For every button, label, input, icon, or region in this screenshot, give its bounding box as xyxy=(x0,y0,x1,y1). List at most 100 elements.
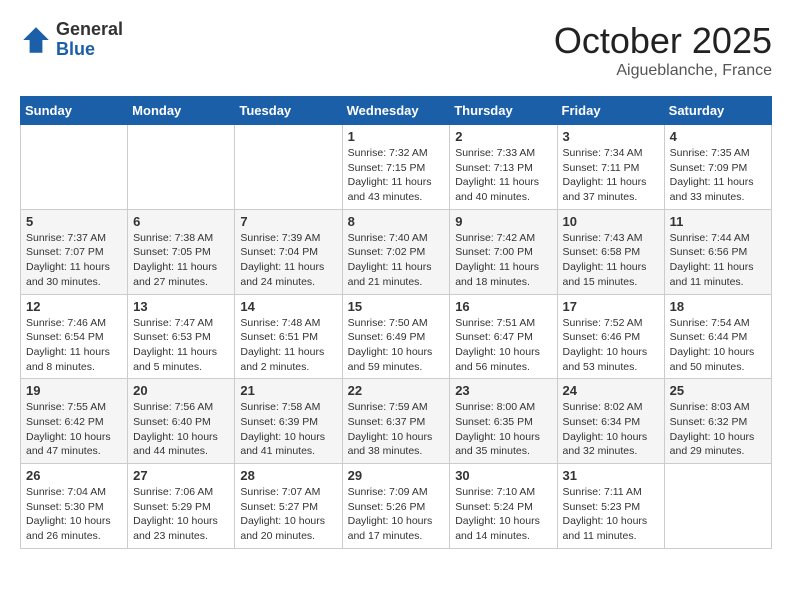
day-info: Sunrise: 7:32 AM Sunset: 7:15 PM Dayligh… xyxy=(348,146,445,205)
day-number: 20 xyxy=(133,383,229,398)
day-info: Sunrise: 8:02 AM Sunset: 6:34 PM Dayligh… xyxy=(563,400,659,459)
calendar-cell xyxy=(128,125,235,210)
day-info: Sunrise: 7:48 AM Sunset: 6:51 PM Dayligh… xyxy=(240,316,336,375)
title-block: October 2025 Aigueblanche, France xyxy=(554,20,772,80)
logo-blue: Blue xyxy=(56,40,123,60)
day-number: 19 xyxy=(26,383,122,398)
day-info: Sunrise: 7:38 AM Sunset: 7:05 PM Dayligh… xyxy=(133,231,229,290)
calendar-cell: 3 Sunrise: 7:34 AM Sunset: 7:11 PM Daylig… xyxy=(557,125,664,210)
day-info: Sunrise: 7:35 AM Sunset: 7:09 PM Dayligh… xyxy=(670,146,766,205)
calendar-cell: 15 Sunrise: 7:50 AM Sunset: 6:49 PM Dayli… xyxy=(342,294,450,379)
day-info: Sunrise: 7:11 AM Sunset: 5:23 PM Dayligh… xyxy=(563,485,659,544)
day-number: 27 xyxy=(133,468,229,483)
logo-icon xyxy=(20,24,52,56)
calendar-week-4: 19 Sunrise: 7:55 AM Sunset: 6:42 PM Dayli… xyxy=(21,379,772,464)
calendar-cell: 28 Sunrise: 7:07 AM Sunset: 5:27 PM Dayli… xyxy=(235,464,342,549)
logo: General Blue xyxy=(20,20,123,60)
calendar-cell: 9 Sunrise: 7:42 AM Sunset: 7:00 PM Daylig… xyxy=(450,209,557,294)
day-number: 5 xyxy=(26,214,122,229)
day-info: Sunrise: 8:00 AM Sunset: 6:35 PM Dayligh… xyxy=(455,400,551,459)
day-number: 11 xyxy=(670,214,766,229)
calendar-cell: 21Sunrise: 7:58 AM Sunset: 6:39 PM Dayli… xyxy=(235,379,342,464)
calendar-cell: 26 Sunrise: 7:04 AM Sunset: 5:30 PM Dayli… xyxy=(21,464,128,549)
day-number: 17 xyxy=(563,299,659,314)
day-info: Sunrise: 7:42 AM Sunset: 7:00 PM Dayligh… xyxy=(455,231,551,290)
day-number: 28 xyxy=(240,468,336,483)
logo-general: General xyxy=(56,20,123,40)
day-info: Sunrise: 7:51 AM Sunset: 6:47 PM Dayligh… xyxy=(455,316,551,375)
day-number: 2 xyxy=(455,129,551,144)
day-info: Sunrise: 7:37 AM Sunset: 7:07 PM Dayligh… xyxy=(26,231,122,290)
weekday-header-sunday: Sunday xyxy=(21,97,128,125)
calendar-cell: 27 Sunrise: 7:06 AM Sunset: 5:29 PM Dayli… xyxy=(128,464,235,549)
calendar-cell: 17Sunrise: 7:52 AM Sunset: 6:46 PM Dayli… xyxy=(557,294,664,379)
day-info: Sunrise: 7:39 AM Sunset: 7:04 PM Dayligh… xyxy=(240,231,336,290)
calendar-cell: 23 Sunrise: 8:00 AM Sunset: 6:35 PM Dayli… xyxy=(450,379,557,464)
day-number: 31 xyxy=(563,468,659,483)
day-info: Sunrise: 7:46 AM Sunset: 6:54 PM Dayligh… xyxy=(26,316,122,375)
calendar-week-5: 26 Sunrise: 7:04 AM Sunset: 5:30 PM Dayli… xyxy=(21,464,772,549)
calendar-cell: 24 Sunrise: 8:02 AM Sunset: 6:34 PM Dayli… xyxy=(557,379,664,464)
weekday-header-tuesday: Tuesday xyxy=(235,97,342,125)
day-info: Sunrise: 7:07 AM Sunset: 5:27 PM Dayligh… xyxy=(240,485,336,544)
calendar-cell: 13 Sunrise: 7:47 AM Sunset: 6:53 PM Dayli… xyxy=(128,294,235,379)
calendar-cell: 6 Sunrise: 7:38 AM Sunset: 7:05 PM Daylig… xyxy=(128,209,235,294)
calendar-cell: 5 Sunrise: 7:37 AM Sunset: 7:07 PM Daylig… xyxy=(21,209,128,294)
calendar-cell: 4 Sunrise: 7:35 AM Sunset: 7:09 PM Daylig… xyxy=(664,125,771,210)
day-number: 30 xyxy=(455,468,551,483)
day-number: 10 xyxy=(563,214,659,229)
day-info: Sunrise: 7:58 AM Sunset: 6:39 PM Dayligh… xyxy=(240,400,336,459)
calendar-cell: 7Sunrise: 7:39 AM Sunset: 7:04 PM Daylig… xyxy=(235,209,342,294)
calendar-cell: 14 Sunrise: 7:48 AM Sunset: 6:51 PM Dayli… xyxy=(235,294,342,379)
day-info: Sunrise: 8:03 AM Sunset: 6:32 PM Dayligh… xyxy=(670,400,766,459)
weekday-header-row: SundayMondayTuesdayWednesdayThursdayFrid… xyxy=(21,97,772,125)
calendar-cell: 11 Sunrise: 7:44 AM Sunset: 6:56 PM Dayli… xyxy=(664,209,771,294)
day-info: Sunrise: 7:54 AM Sunset: 6:44 PM Dayligh… xyxy=(670,316,766,375)
calendar-week-2: 5 Sunrise: 7:37 AM Sunset: 7:07 PM Daylig… xyxy=(21,209,772,294)
calendar-cell: 12 Sunrise: 7:46 AM Sunset: 6:54 PM Dayli… xyxy=(21,294,128,379)
day-number: 23 xyxy=(455,383,551,398)
day-number: 1 xyxy=(348,129,445,144)
day-number: 8 xyxy=(348,214,445,229)
day-number: 29 xyxy=(348,468,445,483)
day-info: Sunrise: 7:04 AM Sunset: 5:30 PM Dayligh… xyxy=(26,485,122,544)
day-info: Sunrise: 7:44 AM Sunset: 6:56 PM Dayligh… xyxy=(670,231,766,290)
logo-text: General Blue xyxy=(56,20,123,60)
day-info: Sunrise: 7:47 AM Sunset: 6:53 PM Dayligh… xyxy=(133,316,229,375)
calendar-cell: 16Sunrise: 7:51 AM Sunset: 6:47 PM Dayli… xyxy=(450,294,557,379)
day-info: Sunrise: 7:55 AM Sunset: 6:42 PM Dayligh… xyxy=(26,400,122,459)
day-number: 24 xyxy=(563,383,659,398)
weekday-header-wednesday: Wednesday xyxy=(342,97,450,125)
day-number: 15 xyxy=(348,299,445,314)
location-title: Aigueblanche, France xyxy=(554,62,772,80)
calendar-week-1: 1 Sunrise: 7:32 AM Sunset: 7:15 PM Daylig… xyxy=(21,125,772,210)
calendar-cell xyxy=(235,125,342,210)
calendar-cell xyxy=(21,125,128,210)
calendar-cell: 19 Sunrise: 7:55 AM Sunset: 6:42 PM Dayli… xyxy=(21,379,128,464)
day-number: 12 xyxy=(26,299,122,314)
day-number: 25 xyxy=(670,383,766,398)
day-number: 26 xyxy=(26,468,122,483)
weekday-header-thursday: Thursday xyxy=(450,97,557,125)
calendar-cell: 30 Sunrise: 7:10 AM Sunset: 5:24 PM Dayli… xyxy=(450,464,557,549)
calendar-cell: 10Sunrise: 7:43 AM Sunset: 6:58 PM Dayli… xyxy=(557,209,664,294)
day-number: 14 xyxy=(240,299,336,314)
day-number: 6 xyxy=(133,214,229,229)
day-number: 13 xyxy=(133,299,229,314)
day-number: 22 xyxy=(348,383,445,398)
day-number: 9 xyxy=(455,214,551,229)
weekday-header-friday: Friday xyxy=(557,97,664,125)
day-info: Sunrise: 7:34 AM Sunset: 7:11 PM Dayligh… xyxy=(563,146,659,205)
day-number: 3 xyxy=(563,129,659,144)
calendar-cell: 1 Sunrise: 7:32 AM Sunset: 7:15 PM Daylig… xyxy=(342,125,450,210)
day-info: Sunrise: 7:06 AM Sunset: 5:29 PM Dayligh… xyxy=(133,485,229,544)
day-info: Sunrise: 7:50 AM Sunset: 6:49 PM Dayligh… xyxy=(348,316,445,375)
calendar-cell: 31 Sunrise: 7:11 AM Sunset: 5:23 PM Dayli… xyxy=(557,464,664,549)
calendar-cell: 22 Sunrise: 7:59 AM Sunset: 6:37 PM Dayli… xyxy=(342,379,450,464)
day-info: Sunrise: 7:59 AM Sunset: 6:37 PM Dayligh… xyxy=(348,400,445,459)
day-info: Sunrise: 7:09 AM Sunset: 5:26 PM Dayligh… xyxy=(348,485,445,544)
calendar-table: SundayMondayTuesdayWednesdayThursdayFrid… xyxy=(20,96,772,549)
day-number: 4 xyxy=(670,129,766,144)
day-info: Sunrise: 7:56 AM Sunset: 6:40 PM Dayligh… xyxy=(133,400,229,459)
day-info: Sunrise: 7:10 AM Sunset: 5:24 PM Dayligh… xyxy=(455,485,551,544)
